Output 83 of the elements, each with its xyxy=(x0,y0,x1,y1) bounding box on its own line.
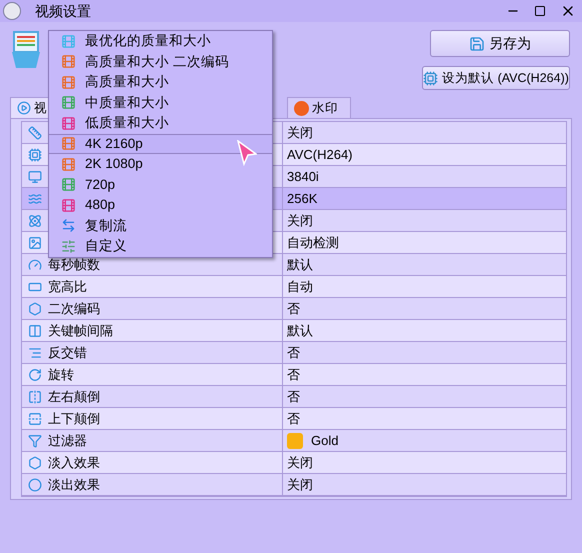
property-value: 关闭 xyxy=(287,124,313,142)
property-icon xyxy=(28,170,42,184)
property-value: 否 xyxy=(287,366,300,384)
property-icon xyxy=(28,390,42,404)
property-label: 反交错 xyxy=(48,344,87,362)
table-row[interactable]: 左右颠倒 否 xyxy=(22,386,566,408)
property-icon xyxy=(28,192,42,206)
property-value: 默认 xyxy=(287,256,313,274)
table-row[interactable]: 上下颠倒 否 xyxy=(22,408,566,430)
maximize-icon[interactable] xyxy=(534,5,546,17)
property-icon xyxy=(28,258,42,272)
sliders-icon xyxy=(61,238,76,254)
menu-item-label: 高质量和大小 二次编码 xyxy=(85,52,229,71)
tab[interactable]: 水印 xyxy=(287,97,351,118)
property-icon xyxy=(28,434,42,448)
basket-icon xyxy=(12,30,40,70)
arrows-icon xyxy=(61,218,76,234)
property-value: 关闭 xyxy=(287,454,313,472)
property-label: 关键帧间隔 xyxy=(48,322,113,340)
property-icon xyxy=(28,324,42,338)
property-icon xyxy=(28,456,42,470)
property-value: Gold xyxy=(311,432,338,450)
property-icon xyxy=(28,214,42,228)
chip-icon xyxy=(423,70,438,86)
table-row[interactable]: 反交错 否 xyxy=(22,342,566,364)
property-label: 淡入效果 xyxy=(48,454,100,472)
property-label: 上下颠倒 xyxy=(48,410,100,428)
property-label: 过滤器 xyxy=(48,432,87,450)
table-row[interactable]: 旋转 否 xyxy=(22,364,566,386)
property-label: 宽高比 xyxy=(48,278,87,296)
window-title: 视频设置 xyxy=(35,2,91,20)
menu-item[interactable]: 最优化的质量和大小 xyxy=(49,31,272,52)
floppy-icon xyxy=(469,36,485,52)
property-value: 3840i xyxy=(287,168,319,186)
badge-icon xyxy=(294,100,309,116)
table-row[interactable]: 过滤器 Gold xyxy=(22,430,566,452)
property-value: AVC(H264) xyxy=(287,146,353,164)
table-row[interactable]: 关键帧间隔 默认 xyxy=(22,320,566,342)
property-label: 左右颠倒 xyxy=(48,388,100,406)
property-icon xyxy=(28,148,42,162)
property-icon xyxy=(28,302,42,316)
property-label: 二次编码 xyxy=(48,300,100,318)
property-value: 否 xyxy=(287,300,300,318)
property-label: 每秒帧数 xyxy=(48,256,100,274)
menu-item-label: 高质量和大小 xyxy=(85,73,169,92)
menu-item-label: 复制流 xyxy=(85,216,127,235)
app-logo-icon xyxy=(3,2,21,20)
menu-item-label: 中质量和大小 xyxy=(85,94,169,112)
property-icon xyxy=(28,346,42,360)
menu-item[interactable]: 高质量和大小 二次编码 xyxy=(49,52,272,72)
menu-item[interactable]: 自定义 xyxy=(49,236,272,256)
menu-item[interactable]: 4K 2160p xyxy=(49,134,272,154)
property-value: 否 xyxy=(287,344,300,362)
cursor-icon xyxy=(237,140,257,166)
table-row[interactable]: 每秒帧数 默认 xyxy=(22,254,566,276)
play-icon xyxy=(17,101,31,115)
property-value: 关闭 xyxy=(287,212,313,230)
property-value: 否 xyxy=(287,388,300,406)
table-row[interactable]: 二次编码 否 xyxy=(22,298,566,320)
menu-item-label: 最优化的质量和大小 xyxy=(85,32,211,50)
property-icon xyxy=(28,478,42,492)
property-icon xyxy=(28,412,42,426)
property-icon xyxy=(28,368,42,382)
tab-label: 视 xyxy=(34,100,47,117)
property-value: 否 xyxy=(287,410,300,428)
table-row[interactable]: 宽高比 自动 xyxy=(22,276,566,298)
menu-item[interactable]: 高质量和大小 xyxy=(49,72,272,92)
property-icon xyxy=(28,126,42,140)
property-value: 默认 xyxy=(287,322,313,340)
property-value: 关闭 xyxy=(287,476,313,494)
menu-item-label: 自定义 xyxy=(85,237,127,256)
table-row[interactable]: 淡出效果 关闭 xyxy=(22,474,566,496)
tab-label: 水印 xyxy=(312,100,338,117)
table-row[interactable]: 淡入效果 关闭 xyxy=(22,452,566,474)
property-value: 自动检测 xyxy=(287,234,339,252)
property-label: 淡出效果 xyxy=(48,476,100,494)
property-icon xyxy=(28,236,42,250)
save-as-button[interactable]: 另存为 xyxy=(430,30,570,57)
property-value: 自动 xyxy=(287,278,313,296)
menu-item[interactable]: 中质量和大小 xyxy=(49,92,272,113)
property-label: 旋转 xyxy=(48,366,74,384)
property-value: 256K xyxy=(287,190,318,208)
set-default-button[interactable]: 设为默认 (AVC(H264)) xyxy=(422,66,570,90)
